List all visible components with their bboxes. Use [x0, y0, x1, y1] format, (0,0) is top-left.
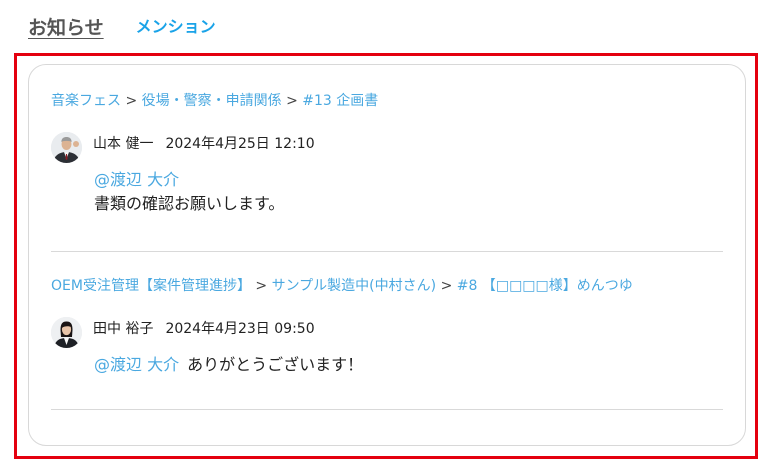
breadcrumb-separator: >	[255, 278, 268, 294]
mention-link[interactable]: @渡辺 大介	[94, 355, 179, 374]
breadcrumb: OEM受注管理【案件管理進捗】 > サンプル製造中(中村さん) > #8 【□□…	[51, 276, 723, 296]
man-avatar-icon	[51, 131, 82, 163]
tab-notice[interactable]: お知らせ	[28, 13, 104, 40]
breadcrumb-project-link[interactable]: 音楽フェス	[51, 93, 121, 109]
tab-bar: お知らせ メンション	[28, 10, 216, 40]
breadcrumb-project-link[interactable]: OEM受注管理【案件管理進捗】	[51, 278, 251, 294]
breadcrumb: 音楽フェス > 役場・警察・申請関係 > #13 企画書	[51, 91, 723, 111]
notice-item: OEM受注管理【案件管理進捗】 > サンプル製造中(中村さん) > #8 【□□…	[51, 276, 723, 377]
tab-mention[interactable]: メンション	[136, 13, 216, 40]
message-body: @渡辺 大介 ありがとうございます！	[94, 353, 723, 377]
breadcrumb-separator: >	[440, 278, 453, 294]
post-timestamp: 2024年4月23日 09:50	[165, 321, 315, 337]
breadcrumb-category-link[interactable]: サンプル製造中(中村さん)	[272, 278, 437, 294]
post-timestamp: 2024年4月25日 12:10	[165, 136, 315, 152]
notice-card: 音楽フェス > 役場・警察・申請関係 > #13 企画書 山本 健一 2024年…	[28, 64, 746, 446]
message-text: ありがとうございます！	[187, 355, 364, 374]
breadcrumb-task-link[interactable]: #8 【□□□□様】めんつゆ	[457, 278, 633, 294]
message-body: @渡辺 大介 書類の確認お願いします。	[94, 168, 723, 216]
message-text: 書類の確認お願いします。	[94, 194, 285, 213]
author-name: 田中 裕子	[93, 321, 154, 337]
avatar	[51, 131, 82, 163]
divider	[51, 251, 723, 252]
notice-item: 音楽フェス > 役場・警察・申請関係 > #13 企画書 山本 健一 2024年…	[51, 91, 723, 216]
breadcrumb-separator: >	[125, 93, 138, 109]
author-row: 山本 健一 2024年4月25日 12:10	[51, 126, 723, 163]
mention-link[interactable]: @渡辺 大介	[94, 168, 723, 192]
breadcrumb-category-link[interactable]: 役場・警察・申請関係	[142, 93, 282, 109]
author-row: 田中 裕子 2024年4月23日 09:50	[51, 311, 723, 348]
breadcrumb-task-link[interactable]: #13 企画書	[302, 93, 378, 109]
avatar	[51, 316, 82, 348]
divider	[51, 409, 723, 410]
breadcrumb-separator: >	[286, 93, 298, 109]
author-name: 山本 健一	[93, 136, 154, 152]
woman-avatar-icon	[51, 316, 82, 348]
